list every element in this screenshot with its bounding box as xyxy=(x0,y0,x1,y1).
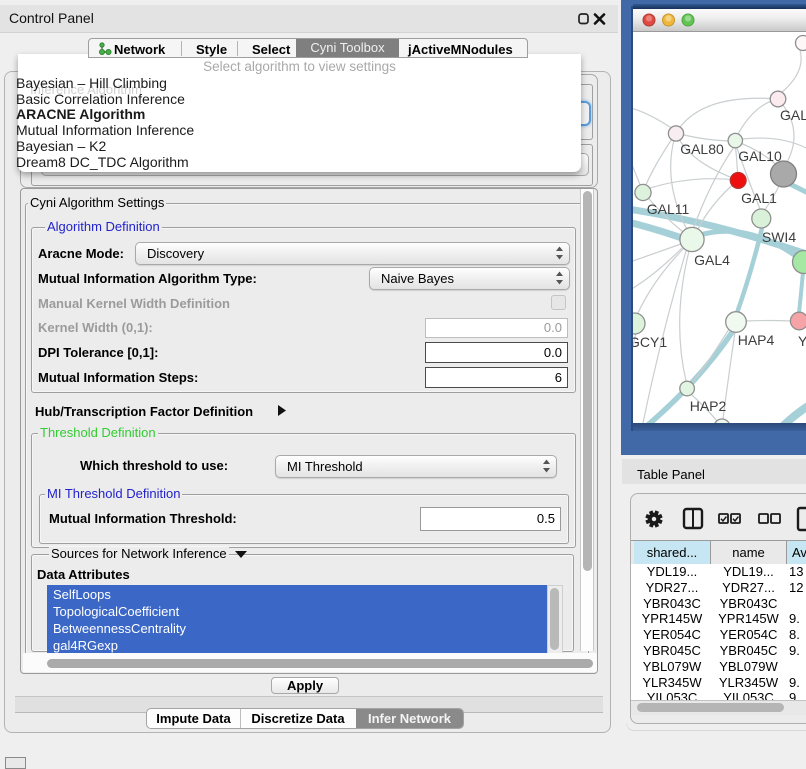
svg-text:GAL10: GAL10 xyxy=(738,148,782,164)
svg-text:HAP4: HAP4 xyxy=(738,332,775,348)
svg-text:Y: Y xyxy=(798,333,806,349)
svg-text:GAL1: GAL1 xyxy=(741,190,777,206)
svg-text:GAL4: GAL4 xyxy=(694,252,730,268)
svg-text:GAL7: GAL7 xyxy=(780,107,806,123)
svg-text:GAL80: GAL80 xyxy=(680,141,724,157)
svg-text:HAP2: HAP2 xyxy=(690,398,727,414)
svg-text:GCY1: GCY1 xyxy=(633,334,667,350)
svg-text:GAL11: GAL11 xyxy=(647,201,690,217)
svg-text:SWI4: SWI4 xyxy=(762,229,796,245)
